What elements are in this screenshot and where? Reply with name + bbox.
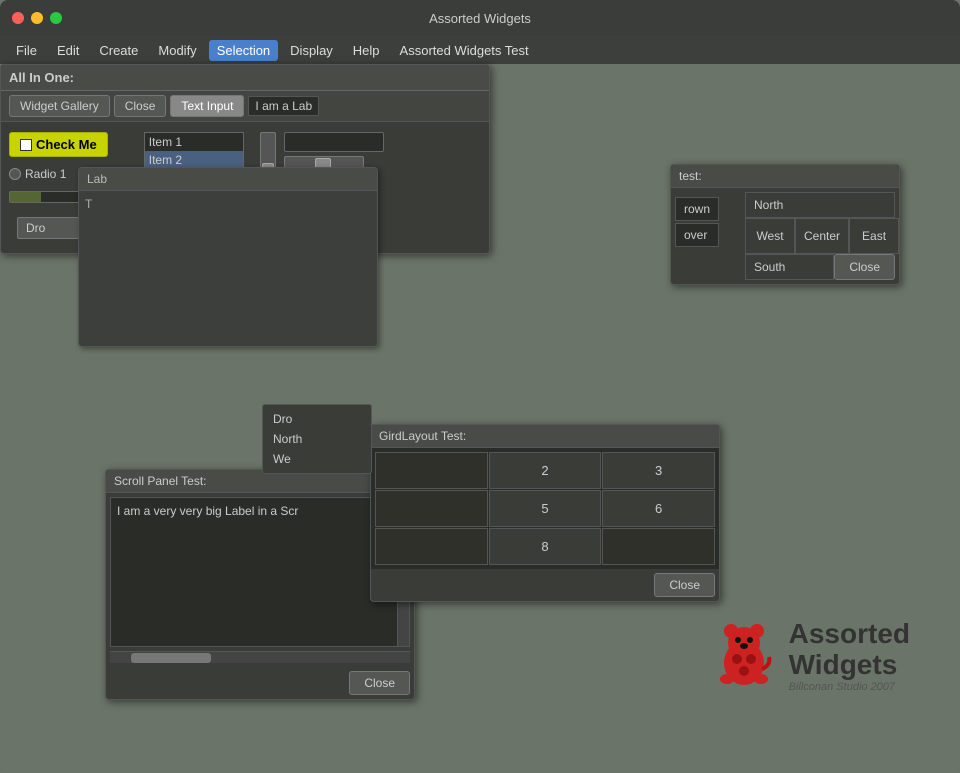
- scroll-content[interactable]: I am a very very big Label in a Scr: [110, 497, 410, 647]
- combo-panel: Dro North We: [262, 404, 372, 474]
- checkbox-widget[interactable]: Check Me: [9, 132, 108, 157]
- label-test-panel: Lab T: [78, 167, 378, 347]
- grid-cell-blank2[interactable]: [375, 528, 488, 565]
- grid-close-row: Close: [371, 569, 719, 601]
- menu-display[interactable]: Display: [282, 40, 341, 61]
- grid-cell-3[interactable]: 3: [602, 452, 715, 489]
- border-layout-panel: test: rown over North West Center East: [670, 164, 900, 285]
- close-toolbar-button[interactable]: Close: [114, 95, 167, 117]
- scroll-close-button[interactable]: Close: [349, 671, 410, 695]
- brand-area: Assorted Widgets Billconan Studio 2007: [709, 619, 910, 693]
- brand-logo-icon: [709, 621, 779, 691]
- maximize-window-button[interactable]: [50, 12, 62, 24]
- grid-cell-8[interactable]: 8: [489, 528, 602, 565]
- scroll-panel: Scroll Panel Test: I am a very very big …: [105, 469, 415, 700]
- radio1-label[interactable]: Radio 1: [9, 167, 66, 181]
- center-cell[interactable]: Center: [795, 218, 849, 254]
- progress-fill-1: [10, 192, 41, 202]
- grid-layout-title: GirdLayout Test:: [371, 425, 719, 448]
- menu-create[interactable]: Create: [91, 40, 146, 61]
- grid-cell-blank1[interactable]: [375, 490, 488, 527]
- west-cell[interactable]: West: [745, 218, 795, 254]
- progress-bar-1: [9, 191, 89, 203]
- traffic-lights: [12, 12, 62, 24]
- grid-close-button[interactable]: Close: [654, 573, 715, 597]
- border-layout-title: test:: [671, 165, 899, 188]
- checkbox-label: Check Me: [36, 137, 97, 152]
- brand-sub-text: Billconan Studio 2007: [789, 681, 910, 693]
- radio1-circle: [9, 168, 21, 180]
- border-close-button[interactable]: Close: [834, 254, 895, 280]
- menu-selection[interactable]: Selection: [209, 40, 278, 61]
- text-input-button[interactable]: Text Input: [170, 95, 244, 117]
- minimize-window-button[interactable]: [31, 12, 43, 24]
- grid-cell-blank3[interactable]: [602, 528, 715, 565]
- menu-edit[interactable]: Edit: [49, 40, 87, 61]
- title-bar: Assorted Widgets: [0, 0, 960, 36]
- grid-cell-0[interactable]: [375, 452, 488, 489]
- label-widget: I am a Lab: [248, 96, 319, 116]
- east-cell[interactable]: East: [849, 218, 899, 254]
- toolbar-row: Widget Gallery Close Text Input I am a L…: [1, 91, 489, 122]
- overlay-rown: rown: [675, 197, 719, 221]
- scroll-panel-close-row: Close: [106, 667, 414, 699]
- main-area: Lab T All In One: Widget Gallery Close T…: [0, 64, 960, 773]
- grid-cell-6[interactable]: 6: [602, 490, 715, 527]
- close-window-button[interactable]: [12, 12, 24, 24]
- label-test-title: Lab: [79, 168, 377, 191]
- menu-bar: File Edit Create Modify Selection Displa…: [0, 36, 960, 64]
- combo-item-north[interactable]: North: [267, 429, 367, 449]
- grid-layout-panel: GirdLayout Test: 2 3 5 6 8 Close: [370, 424, 720, 602]
- grid-cell-2[interactable]: 2: [489, 452, 602, 489]
- window-title: Assorted Widgets: [12, 11, 948, 26]
- combo-item-dro[interactable]: Dro: [267, 409, 367, 429]
- app-window: Assorted Widgets File Edit Create Modify…: [0, 0, 960, 773]
- north-cell[interactable]: North: [745, 192, 895, 218]
- list-item[interactable]: Item 1: [145, 133, 243, 151]
- menu-help[interactable]: Help: [345, 40, 388, 61]
- brand-text-line2: Widgets: [789, 650, 910, 681]
- all-in-one-title: All In One:: [1, 65, 489, 91]
- scroll-panel-scrollbar-h[interactable]: [110, 651, 410, 663]
- menu-assorted-test[interactable]: Assorted Widgets Test: [392, 40, 537, 61]
- grid-cell-5[interactable]: 5: [489, 490, 602, 527]
- text-input-field[interactable]: [284, 132, 384, 152]
- scrollbar-thumb-scroll-h: [131, 653, 211, 663]
- widget-gallery-button[interactable]: Widget Gallery: [9, 95, 110, 117]
- number-grid: 2 3 5 6 8: [371, 448, 719, 569]
- south-cell[interactable]: South: [745, 254, 834, 280]
- checkbox-box: [20, 139, 32, 151]
- menu-file[interactable]: File: [8, 40, 45, 61]
- brand-text-line1: Assorted: [789, 619, 910, 650]
- combo-item-we[interactable]: We: [267, 449, 367, 469]
- scroll-text: I am a very very big Label in a Scr: [111, 498, 409, 524]
- menu-modify[interactable]: Modify: [150, 40, 204, 61]
- overlay-over: over: [675, 223, 719, 247]
